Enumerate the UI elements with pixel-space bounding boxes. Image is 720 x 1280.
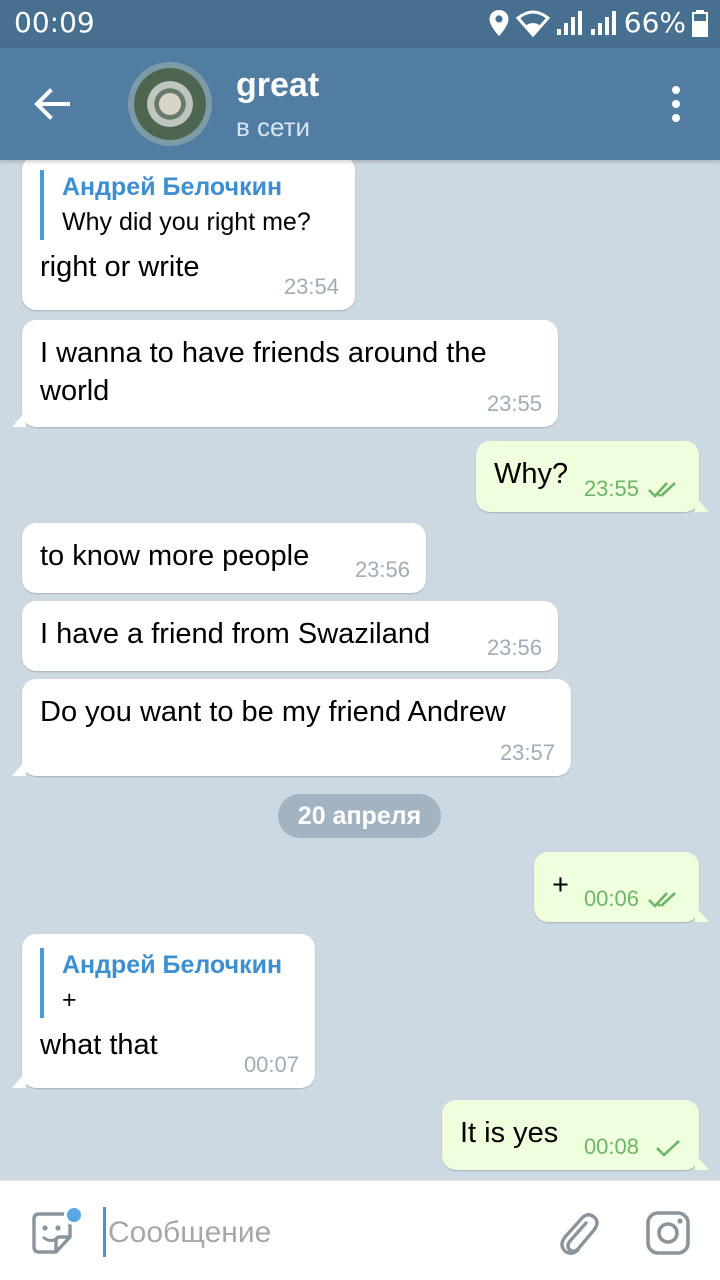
message-time: 23:55 bbox=[486, 391, 542, 416]
reply-author: Андрей Белочкин bbox=[62, 951, 283, 979]
reply-author: Андрей Белочкин bbox=[62, 173, 283, 201]
wifi-icon bbox=[515, 10, 550, 37]
status-time: 00:09 bbox=[14, 6, 95, 39]
location-icon bbox=[489, 9, 509, 36]
message-time: 23:55 bbox=[583, 476, 639, 501]
message-time: 23:56 bbox=[354, 557, 410, 582]
attach-icon[interactable] bbox=[556, 1209, 600, 1257]
message-list: Андрей Белочкин Why did you right me? ri… bbox=[0, 160, 720, 1180]
status-bar: 00:09 66% bbox=[0, 0, 720, 48]
message-outgoing[interactable]: It is yes 00:08 bbox=[442, 1100, 699, 1170]
avatar[interactable] bbox=[128, 62, 212, 146]
reply-text: + bbox=[62, 986, 77, 1014]
battery-icon bbox=[692, 9, 708, 37]
message-text: to know more people bbox=[40, 540, 310, 572]
double-check-icon bbox=[648, 482, 676, 498]
message-outgoing[interactable]: + 00:06 bbox=[534, 852, 699, 922]
message-incoming[interactable]: I wanna to have friends around the world … bbox=[22, 320, 558, 427]
message-text: I wanna to have friends around the world bbox=[40, 337, 487, 407]
battery-percent: 66% bbox=[623, 6, 686, 39]
reply-quote[interactable]: Андрей Белочкин + bbox=[40, 948, 297, 1018]
signal-icon bbox=[556, 10, 582, 35]
reply-quote[interactable]: Андрей Белочкин Why did you right me? bbox=[40, 170, 337, 240]
message-incoming[interactable]: to know more people 23:56 bbox=[22, 523, 426, 593]
camera-icon[interactable] bbox=[644, 1209, 692, 1257]
more-vertical-icon[interactable] bbox=[662, 82, 690, 126]
message-time: 00:07 bbox=[243, 1052, 299, 1077]
message-time: 00:06 bbox=[583, 886, 639, 911]
back-arrow-icon bbox=[34, 88, 70, 120]
message-input[interactable] bbox=[108, 1211, 528, 1255]
message-time: 23:56 bbox=[486, 635, 542, 660]
message-input-bar bbox=[0, 1180, 720, 1280]
chat-header: great в сети bbox=[0, 48, 720, 160]
message-incoming[interactable]: Андрей Белочкин + what that 00:07 bbox=[22, 934, 315, 1088]
message-text: I have a friend from Swaziland bbox=[40, 618, 431, 650]
single-check-icon bbox=[656, 1140, 680, 1157]
chat-status: в сети bbox=[236, 112, 311, 142]
text-caret bbox=[103, 1207, 106, 1257]
message-time: 23:57 bbox=[499, 740, 555, 765]
back-button[interactable] bbox=[22, 78, 82, 130]
message-outgoing[interactable]: Why? 23:55 bbox=[476, 441, 699, 512]
message-incoming[interactable]: Do you want to be my friend Andrew 23:57 bbox=[22, 679, 571, 776]
message-incoming[interactable]: I have a friend from Swaziland 23:56 bbox=[22, 601, 558, 671]
chat-title[interactable]: great bbox=[236, 66, 319, 105]
reply-text: Why did you right me? bbox=[62, 208, 311, 236]
message-time: 00:08 bbox=[583, 1134, 639, 1159]
message-incoming[interactable]: Андрей Белочкин Why did you right me? ri… bbox=[22, 160, 355, 310]
message-time: 23:54 bbox=[283, 274, 339, 299]
message-text: It is yes bbox=[460, 1117, 559, 1149]
status-icons: 66% bbox=[488, 6, 708, 39]
sticker-notification-dot bbox=[64, 1205, 84, 1225]
signal-icon bbox=[590, 10, 616, 35]
message-text: Do you want to be my friend Andrew bbox=[40, 696, 506, 728]
date-separator: 20 апреля bbox=[278, 794, 441, 838]
double-check-icon bbox=[648, 892, 676, 908]
